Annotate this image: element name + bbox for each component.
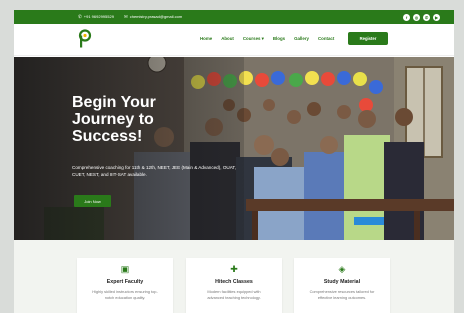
feature-title: Hitech Classes	[215, 279, 253, 285]
phone-icon: ✆	[78, 14, 82, 19]
nav-menu: Home About Courses ▾ Blogs Gallery Conta…	[200, 36, 334, 42]
instagram-icon[interactable]: ◎	[413, 13, 420, 21]
facebook-icon[interactable]: f	[403, 13, 410, 21]
puzzle-icon: ✚	[230, 264, 238, 274]
page-frame: ✆ +91 9692995529 ✉ chemistry.prasad@gmail.…	[14, 10, 454, 313]
feature-card-hitech-classes: ✚ Hitech Classes Modern facilities equip…	[186, 258, 282, 313]
youtube-icon[interactable]: ▶	[433, 13, 440, 21]
nav-courses[interactable]: Courses ▾	[243, 36, 264, 42]
main-navbar: Home About Courses ▾ Blogs Gallery Conta…	[14, 24, 454, 56]
nav-about[interactable]: About	[221, 36, 234, 42]
hero-overlay	[14, 57, 244, 240]
phone-link[interactable]: ✆ +91 9692995529	[78, 14, 114, 20]
join-now-button[interactable]: Join Now	[74, 195, 111, 207]
register-button[interactable]: Register	[348, 32, 388, 45]
nav-gallery[interactable]: Gallery	[294, 36, 309, 42]
features-section: ▣ Expert Faculty Highly skilled instruct…	[14, 240, 454, 313]
nav-blogs[interactable]: Blogs	[273, 36, 285, 42]
logo-icon[interactable]	[78, 29, 92, 49]
hero-section: Begin Your Journey to Success! Comprehen…	[14, 57, 454, 240]
mail-icon: ✉	[123, 14, 128, 19]
hero-subtitle: Comprehensive coaching for 11th & 12th, …	[72, 165, 237, 177]
nav-contact[interactable]: Contact	[318, 36, 334, 42]
phone-number: +91 9692995529	[83, 14, 114, 19]
email-link[interactable]: ✉ chemistry.prasad@gmail.com	[124, 14, 182, 20]
social-links: f ◎ ✆ ▶	[403, 13, 440, 21]
feature-desc: Highly skilled instructors ensuring top-…	[92, 289, 158, 300]
feature-title: Expert Faculty	[106, 279, 144, 285]
hero-title: Begin Your Journey to Success!	[72, 94, 156, 145]
contact-info: ✆ +91 9692995529 ✉ chemistry.prasad@gmail.…	[78, 14, 182, 20]
feature-card-study-material: ◈ Study Material Comprehensive resources…	[294, 258, 390, 313]
cube-icon: ◈	[338, 264, 346, 274]
email-address: chemistry.prasad@gmail.com	[129, 14, 183, 19]
whatsapp-icon[interactable]: ✆	[423, 13, 430, 21]
feature-desc: Modern facilities equipped with advanced…	[207, 289, 261, 300]
top-bar: ✆ +91 9692995529 ✉ chemistry.prasad@gmail.…	[14, 10, 454, 24]
feature-title: Study Material	[323, 279, 361, 285]
feature-card-expert-faculty: ▣ Expert Faculty Highly skilled instruct…	[77, 258, 173, 313]
teacher-icon: ▣	[120, 264, 130, 274]
nav-home[interactable]: Home	[200, 36, 212, 42]
feature-desc: Comprehensive resources tailored for eff…	[309, 289, 375, 300]
